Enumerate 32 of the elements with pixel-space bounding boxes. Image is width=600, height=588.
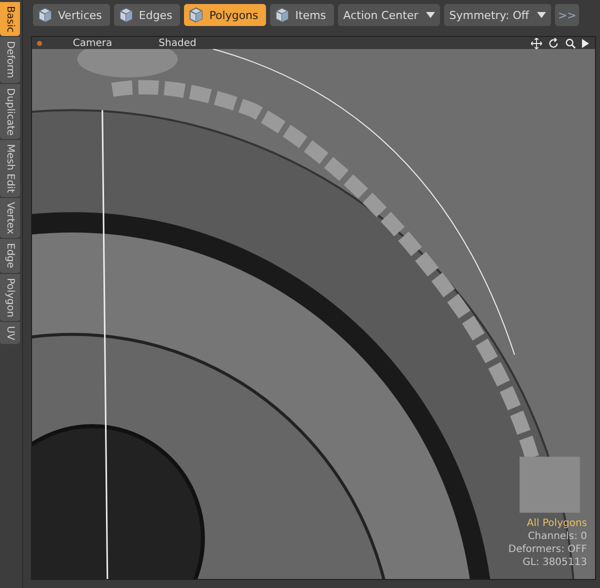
side-tab[interactable]: Basic bbox=[0, 2, 20, 36]
dropdown[interactable]: Action Center bbox=[338, 4, 440, 26]
more-button[interactable]: >> bbox=[554, 4, 580, 26]
side-tab[interactable]: Duplicate bbox=[0, 84, 20, 140]
search-icon[interactable] bbox=[565, 38, 576, 48]
camera-label[interactable]: Camera bbox=[50, 38, 135, 48]
mode-button[interactable]: Vertices bbox=[33, 4, 110, 26]
rotate-icon[interactable] bbox=[548, 38, 559, 48]
cube-icon bbox=[118, 7, 134, 23]
cube-icon bbox=[37, 7, 53, 23]
move-icon[interactable] bbox=[531, 38, 542, 48]
cube-icon bbox=[188, 7, 204, 23]
side-tab[interactable]: Deform bbox=[0, 37, 20, 83]
dropdown[interactable]: Symmetry: Off bbox=[444, 4, 551, 26]
mode-button[interactable]: Items bbox=[270, 4, 334, 26]
side-tab[interactable]: UV bbox=[0, 322, 20, 344]
side-tab[interactable]: Vertex bbox=[0, 198, 20, 238]
viewport-info: Channels: 0 bbox=[528, 530, 587, 543]
side-tab[interactable]: Mesh Edit bbox=[0, 140, 20, 198]
caret-icon bbox=[426, 12, 436, 18]
viewport-info: All Polygons bbox=[526, 517, 587, 530]
status-dot-icon bbox=[37, 40, 42, 46]
mode-button[interactable]: Polygons bbox=[184, 4, 266, 26]
shading-label[interactable]: Shaded bbox=[135, 38, 220, 48]
caret-icon bbox=[536, 12, 546, 18]
side-tab[interactable]: Polygon bbox=[0, 274, 20, 321]
play-icon[interactable] bbox=[582, 38, 589, 48]
mode-button[interactable]: Edges bbox=[114, 4, 180, 26]
viewport-info: GL: 3805113 bbox=[522, 556, 587, 569]
viewport-info: Deformers: OFF bbox=[508, 543, 587, 556]
side-tab[interactable]: Edge bbox=[0, 239, 20, 273]
cube-icon bbox=[274, 7, 290, 23]
